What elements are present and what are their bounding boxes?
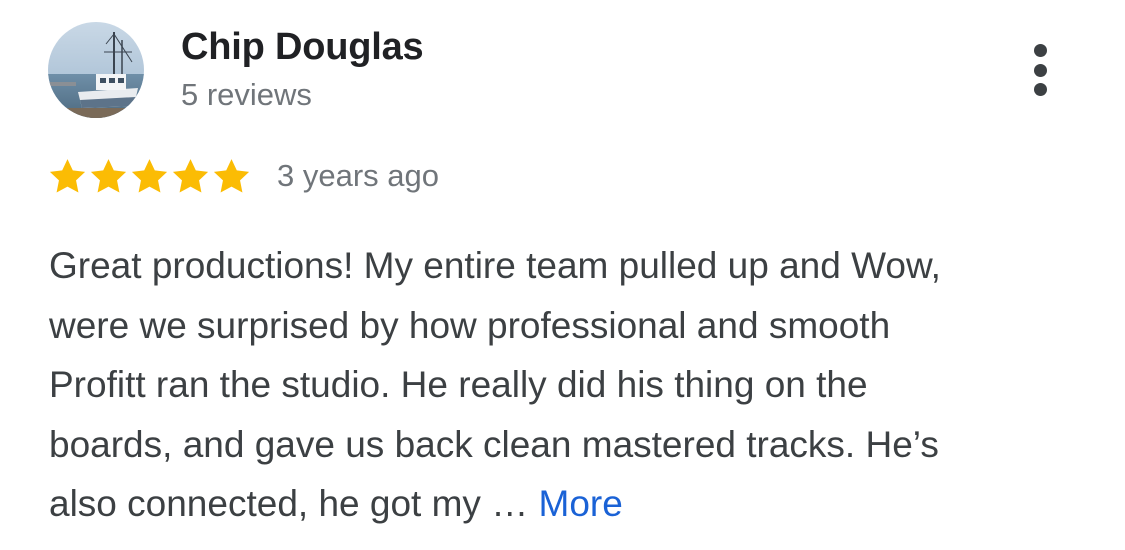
star-icon <box>172 158 209 193</box>
review-text-line: Profitt ran the studio. He really did hi… <box>49 364 868 405</box>
more-vertical-icon-dot-2 <box>1033 63 1047 77</box>
reviewer-avatar[interactable] <box>48 22 144 118</box>
more-link[interactable]: More <box>539 483 623 524</box>
more-options-button[interactable] <box>1020 40 1060 100</box>
star-rating <box>47 156 252 197</box>
star-icon <box>49 158 86 193</box>
more-vertical-icon <box>1033 44 1047 57</box>
review-card: Chip Douglas 5 reviews 3 years ago Great… <box>0 0 1125 550</box>
review-text-line: boards, and gave us back clean mastered … <box>49 423 939 465</box>
star-icon <box>213 158 250 193</box>
review-text: Great productions! My entire team pulled… <box>49 236 1109 534</box>
more-vertical-icon-dot-3 <box>1033 83 1047 96</box>
boat-harbor-photo <box>48 22 144 118</box>
review-time: 3 years ago <box>277 158 439 193</box>
review-text-line: also connected, he got my … <box>49 483 529 524</box>
reviewer-name[interactable]: Chip Douglas <box>181 24 424 70</box>
review-text-line: Great productions! My entire team pulled… <box>49 245 941 286</box>
review-text-line-last: also connected, he got my … More <box>49 474 1109 534</box>
star-icon <box>131 158 168 193</box>
review-text-line: were we surprised by how professional an… <box>49 304 891 346</box>
star-icon <box>90 158 127 193</box>
reviewer-review-count[interactable]: 5 reviews <box>181 76 312 114</box>
rating-row: 3 years ago <box>47 154 439 198</box>
